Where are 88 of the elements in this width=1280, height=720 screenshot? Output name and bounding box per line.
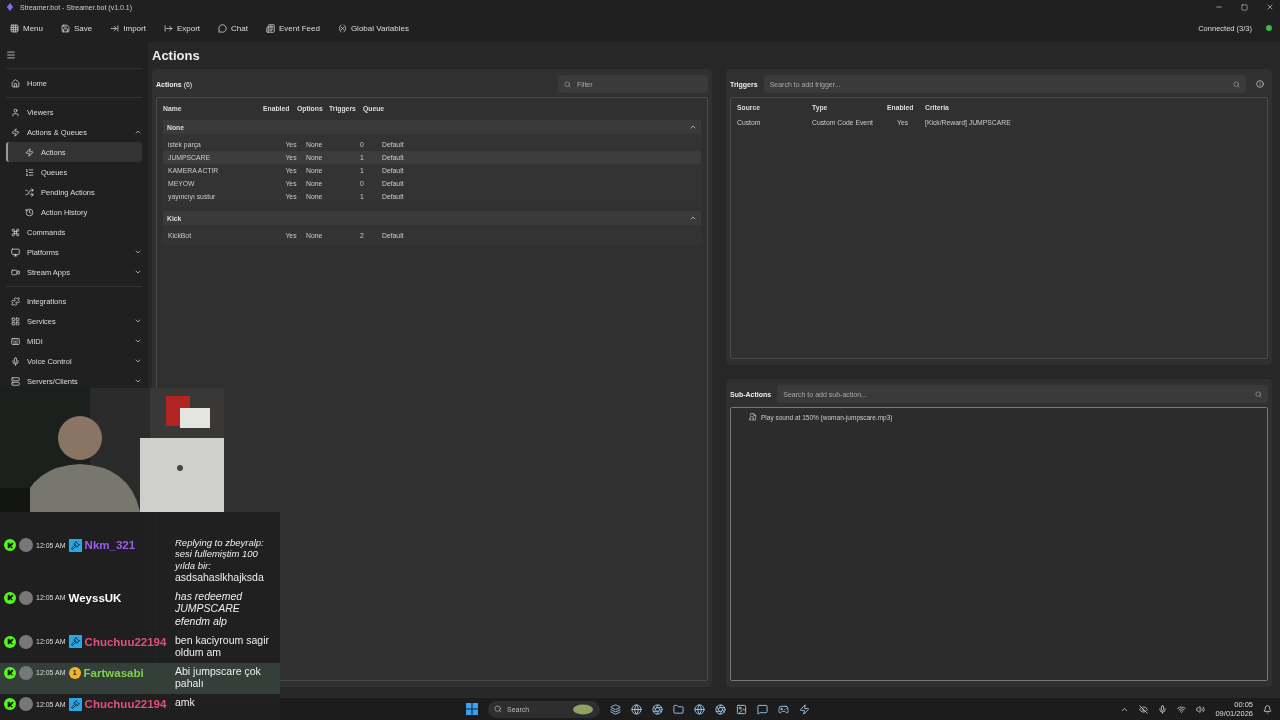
chevron-down-icon: [134, 248, 142, 256]
kick-icon: [4, 539, 16, 552]
toolbar-button[interactable]: Menu: [8, 21, 45, 35]
avatar: [19, 634, 33, 649]
window-icon[interactable]: [610, 703, 621, 715]
server-icon: [11, 376, 20, 386]
grid-icon: [11, 316, 20, 326]
chat-app-icon[interactable]: [757, 703, 768, 715]
chevron-down-icon: [134, 377, 142, 385]
toolbar-button[interactable]: Event Feed: [263, 21, 322, 35]
variable-icon: [337, 23, 347, 33]
search-icon: [564, 80, 571, 88]
chat-username: WeyssUK: [68, 591, 122, 604]
grid-icon: [10, 23, 19, 33]
chevron-down-icon: [134, 357, 142, 365]
network-icon[interactable]: [1177, 704, 1187, 714]
toolbar-button[interactable]: Export: [161, 21, 203, 35]
microphone-icon[interactable]: [1158, 704, 1168, 714]
maximize-icon[interactable]: [1241, 3, 1248, 11]
chevron-up-icon: [689, 123, 697, 131]
kick-icon: [4, 666, 16, 679]
notification-icon[interactable]: [1263, 704, 1272, 714]
close-icon[interactable]: [1266, 3, 1274, 11]
history-icon: [25, 207, 34, 217]
info-icon[interactable]: [1256, 80, 1264, 88]
kick-icon: [4, 698, 16, 710]
search-highlight-icon: [572, 703, 594, 715]
audio-file-icon: [749, 413, 757, 421]
toolbar-button[interactable]: Save: [59, 21, 95, 35]
kick-icon: [4, 635, 16, 648]
avatar: [19, 665, 33, 680]
avatar: [19, 538, 33, 553]
chevron-up-icon: [689, 214, 697, 222]
reply-context: Replying to zbeyralp: sesi fullemiştim 100 yılda bir:: [175, 537, 265, 572]
message-text: has redeemed JUMPSCARE efendm alp: [175, 589, 244, 628]
newspaper-icon: [265, 23, 275, 33]
browser-icon[interactable]: [694, 703, 705, 715]
avatar: [19, 697, 33, 711]
camera-icon[interactable]: [715, 703, 726, 715]
chat-bubble-icon: [218, 23, 228, 33]
command-icon: [11, 227, 20, 237]
page-title: Actions: [152, 48, 201, 63]
image-icon[interactable]: [736, 703, 747, 715]
folder-icon[interactable]: [673, 703, 684, 715]
bolt-icon: [25, 147, 34, 157]
export-icon: [163, 23, 173, 33]
chevron-down-icon: [134, 268, 142, 276]
eye-off-icon[interactable]: [1139, 704, 1149, 714]
avatar: [19, 590, 33, 605]
camera-icon: [11, 267, 20, 277]
kick-icon: [4, 591, 16, 604]
message-text: ben kaciyroum sagir oldum am: [175, 633, 270, 659]
save-icon: [61, 23, 70, 33]
message-text: asdsahaslkhajksda: [175, 571, 265, 584]
app-logo-icon: [6, 3, 14, 11]
chat-username: Chuchuu22194: [84, 698, 167, 710]
message-text: amk: [175, 696, 196, 709]
toolbar-button[interactable]: Chat: [216, 21, 250, 35]
chat-username: Nkm_321: [84, 539, 136, 552]
chat-username: Fartwasabi: [83, 666, 144, 679]
list-icon: [25, 167, 34, 177]
user-icon: [11, 107, 20, 117]
speaker-icon[interactable]: [1196, 704, 1206, 714]
status-dot: [1266, 25, 1272, 31]
shuffle-icon: [25, 187, 34, 197]
bolt-icon: [11, 127, 20, 137]
import-icon: [110, 23, 120, 33]
aperture-icon[interactable]: [652, 703, 663, 715]
toolbar-button[interactable]: Import: [108, 21, 148, 35]
chat-username: Chuchuu22194: [84, 635, 167, 648]
search-icon: [1233, 80, 1240, 88]
puzzle-icon: [11, 296, 20, 306]
search-icon: [494, 705, 502, 713]
start-icon[interactable]: [466, 703, 478, 715]
message-text: Abi jumpscare çok pahalı: [175, 664, 262, 690]
menu-icon[interactable]: [6, 50, 16, 60]
search-icon: [1255, 390, 1262, 398]
monitor-icon: [11, 247, 20, 257]
home-icon: [11, 78, 20, 88]
chevron-down-icon: [134, 317, 142, 325]
gamepad-icon[interactable]: [778, 703, 789, 715]
chevron-up-icon: [134, 128, 142, 136]
toolbar-button[interactable]: Global Variables: [335, 21, 411, 35]
chevron-down-icon: [134, 337, 142, 345]
globe-icon[interactable]: [631, 703, 642, 715]
bolt-icon[interactable]: [799, 703, 810, 715]
keyboard-icon: [11, 336, 20, 346]
microphone-icon: [11, 356, 20, 366]
